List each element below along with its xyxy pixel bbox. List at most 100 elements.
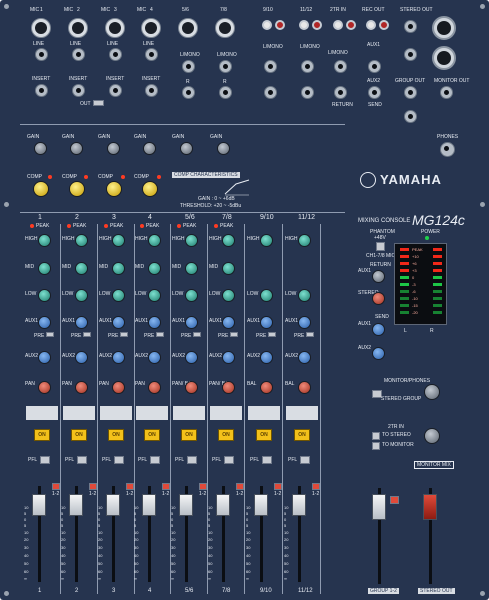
line-input-4-jack[interactable] xyxy=(145,48,158,61)
on-button-2[interactable]: ON xyxy=(71,429,87,441)
group-out-2-jack[interactable] xyxy=(404,110,417,123)
on-button-1[interactable]: ON xyxy=(34,429,50,441)
insert-2-jack[interactable] xyxy=(72,84,85,97)
comp-knob-1[interactable] xyxy=(33,181,49,197)
rca-2tr-l[interactable] xyxy=(333,20,343,30)
gain-knob-56[interactable] xyxy=(180,142,193,155)
aux1-knob-1[interactable] xyxy=(38,316,51,329)
channel-fader-4[interactable] xyxy=(142,494,156,516)
phantom-switch[interactable] xyxy=(376,242,385,251)
aux2-knob-3[interactable] xyxy=(112,351,125,364)
on-button-8[interactable]: ON xyxy=(294,429,310,441)
pre-switch[interactable] xyxy=(120,332,128,337)
group-12-switch-4[interactable] xyxy=(162,483,170,490)
group-to-stereo-switch[interactable] xyxy=(390,496,399,504)
insert-1-jack[interactable] xyxy=(35,84,48,97)
mid-knob-4[interactable] xyxy=(148,262,161,275)
low-knob-1[interactable] xyxy=(38,289,51,302)
aux2-knob-7[interactable] xyxy=(260,351,273,364)
group-fader[interactable] xyxy=(372,494,386,520)
mid-knob-1[interactable] xyxy=(38,262,51,275)
aux2-knob-1[interactable] xyxy=(38,351,51,364)
pre-switch[interactable] xyxy=(230,332,238,337)
line-input-2-jack[interactable] xyxy=(72,48,85,61)
pan-knob-6[interactable] xyxy=(222,381,235,394)
channel-fader-2[interactable] xyxy=(69,494,83,516)
monitor-out-jack[interactable] xyxy=(440,86,453,99)
two-tr-in-knob[interactable] xyxy=(424,428,440,444)
high-knob-4[interactable] xyxy=(148,234,161,247)
rca-2tr-r[interactable] xyxy=(346,20,356,30)
aux1-knob-5[interactable] xyxy=(185,316,198,329)
pfl-button-5[interactable] xyxy=(187,456,197,464)
rca-rec-l[interactable] xyxy=(366,20,376,30)
aux1-knob-2[interactable] xyxy=(75,316,88,329)
gain-knob-78[interactable] xyxy=(217,142,230,155)
comp-knob-3[interactable] xyxy=(106,181,122,197)
pre-switch[interactable] xyxy=(83,332,91,337)
aux2-knob-8[interactable] xyxy=(298,351,311,364)
aux2-send-jack[interactable] xyxy=(368,86,381,99)
stereo-fader[interactable] xyxy=(423,494,437,520)
stereo-out-r-jack[interactable] xyxy=(404,48,417,61)
pre-switch[interactable] xyxy=(306,332,314,337)
pan-knob-8[interactable] xyxy=(298,381,311,394)
mid-knob-6[interactable] xyxy=(222,262,235,275)
group-12-switch-3[interactable] xyxy=(126,483,134,490)
mic-input-78-connector[interactable] xyxy=(215,18,235,38)
comp-knob-2[interactable] xyxy=(69,181,85,197)
mic-input-3-connector[interactable] xyxy=(105,18,125,38)
channel-fader-8[interactable] xyxy=(292,494,306,516)
aux1-knob-3[interactable] xyxy=(112,316,125,329)
pfl-button-4[interactable] xyxy=(150,456,160,464)
line-input-1-jack[interactable] xyxy=(35,48,48,61)
return-l-jack[interactable] xyxy=(334,60,347,73)
pfl-button-7[interactable] xyxy=(262,456,272,464)
aux2-knob-4[interactable] xyxy=(148,351,161,364)
gain-knob-4[interactable] xyxy=(143,142,156,155)
low-knob-3[interactable] xyxy=(112,289,125,302)
gain-knob-1[interactable] xyxy=(34,142,47,155)
line-input-10-jack[interactable] xyxy=(264,86,277,99)
aux1-knob-6[interactable] xyxy=(222,316,235,329)
rca-1112-r[interactable] xyxy=(312,20,322,30)
to-stereo-switch[interactable] xyxy=(372,432,380,440)
out-switch[interactable] xyxy=(93,100,104,106)
mic-input-1-connector[interactable] xyxy=(31,18,51,38)
group-12-switch-6[interactable] xyxy=(236,483,244,490)
channel-fader-7[interactable] xyxy=(254,494,268,516)
rca-910-r[interactable] xyxy=(275,20,285,30)
channel-fader-3[interactable] xyxy=(106,494,120,516)
high-knob-8[interactable] xyxy=(298,234,311,247)
pfl-button-6[interactable] xyxy=(224,456,234,464)
insert-3-jack[interactable] xyxy=(109,84,122,97)
mid-knob-5[interactable] xyxy=(185,262,198,275)
mid-knob-2[interactable] xyxy=(75,262,88,275)
on-button-6[interactable]: ON xyxy=(218,429,234,441)
low-knob-8[interactable] xyxy=(298,289,311,302)
low-knob-7[interactable] xyxy=(260,289,273,302)
high-knob-7[interactable] xyxy=(260,234,273,247)
line-input-8-jack[interactable] xyxy=(219,86,232,99)
line-input-5-jack[interactable] xyxy=(182,60,195,73)
aux2-knob-2[interactable] xyxy=(75,351,88,364)
comp-knob-4[interactable] xyxy=(142,181,158,197)
pfl-button-8[interactable] xyxy=(300,456,310,464)
on-button-7[interactable]: ON xyxy=(256,429,272,441)
aux1-knob-4[interactable] xyxy=(148,316,161,329)
low-knob-4[interactable] xyxy=(148,289,161,302)
mid-knob-3[interactable] xyxy=(112,262,125,275)
pre-switch[interactable] xyxy=(46,332,54,337)
group-12-switch-8[interactable] xyxy=(312,483,320,490)
return-aux1-knob[interactable] xyxy=(372,270,385,283)
pre-switch[interactable] xyxy=(156,332,164,337)
line-input-7-jack[interactable] xyxy=(219,60,232,73)
on-button-5[interactable]: ON xyxy=(181,429,197,441)
gain-knob-2[interactable] xyxy=(70,142,83,155)
phones-jack[interactable] xyxy=(440,142,455,157)
rca-rec-r[interactable] xyxy=(379,20,389,30)
monitor-phones-knob[interactable] xyxy=(424,384,440,400)
rca-910-l[interactable] xyxy=(262,20,272,30)
line-input-3-jack[interactable] xyxy=(109,48,122,61)
send-aux1-knob[interactable] xyxy=(372,323,385,336)
